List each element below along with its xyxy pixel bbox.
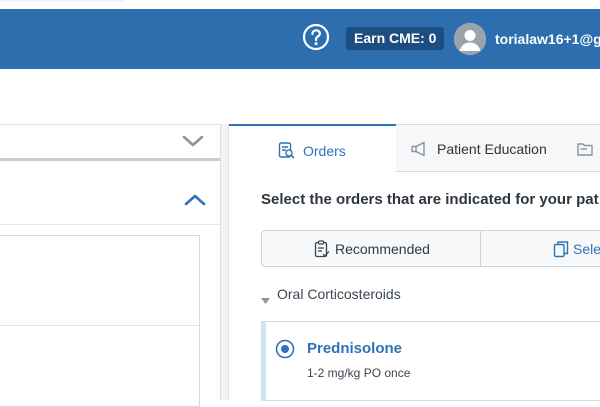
orders-checklist-icon xyxy=(277,141,295,159)
tab-patient-education[interactable]: Patient Education xyxy=(396,124,563,172)
left-content-box xyxy=(0,235,200,407)
folder-icon xyxy=(576,140,594,158)
collapsed-section-header[interactable] xyxy=(0,124,220,161)
tab-orders-label: Orders xyxy=(303,143,346,159)
megaphone-icon xyxy=(410,140,428,158)
order-item[interactable]: Prednisolone 1-2 mg/kg PO once xyxy=(261,321,600,401)
select-button[interactable]: Sele xyxy=(481,231,600,266)
left-box-divider xyxy=(0,325,199,326)
recommended-clipboard-icon xyxy=(314,240,330,258)
app-header: Earn CME: 0 torialaw16+1@gm xyxy=(0,9,600,69)
earn-cme-badge[interactable]: Earn CME: 0 xyxy=(346,27,445,50)
order-name: Prednisolone xyxy=(307,340,403,357)
left-pane xyxy=(0,124,222,407)
tab-third[interactable] xyxy=(562,124,600,172)
chevron-up-icon[interactable] xyxy=(184,193,206,207)
help-circle-icon[interactable] xyxy=(302,23,330,51)
chevron-down-icon[interactable] xyxy=(182,134,204,148)
user-avatar-icon[interactable] xyxy=(454,23,486,55)
user-name-menu[interactable]: torialaw16+1@gm xyxy=(495,29,600,49)
tab-bar: Orders Patient Education xyxy=(229,124,600,172)
recommended-label: Recommended xyxy=(335,241,430,257)
tab-patient-education-label: Patient Education xyxy=(437,141,547,157)
caret-down-icon xyxy=(261,291,270,304)
copy-icon xyxy=(553,240,569,258)
radio-selected-icon[interactable] xyxy=(275,339,295,359)
recommended-button[interactable]: Recommended xyxy=(262,231,481,266)
top-strip-tab-hint xyxy=(0,0,125,2)
order-dose: 1-2 mg/kg PO once xyxy=(307,366,411,380)
tab-orders[interactable]: Orders xyxy=(229,124,397,172)
pane-resize-divider[interactable] xyxy=(220,124,229,400)
browser-top-strip xyxy=(0,0,600,9)
select-label: Sele xyxy=(573,241,600,257)
orders-panel: Orders Patient Education Select the orde… xyxy=(229,124,600,401)
orders-view-toggle: Recommended Sele xyxy=(261,230,600,267)
orders-prompt: Select the orders that are indicated for… xyxy=(261,191,599,208)
group-label: Oral Corticosteroids xyxy=(277,286,401,302)
